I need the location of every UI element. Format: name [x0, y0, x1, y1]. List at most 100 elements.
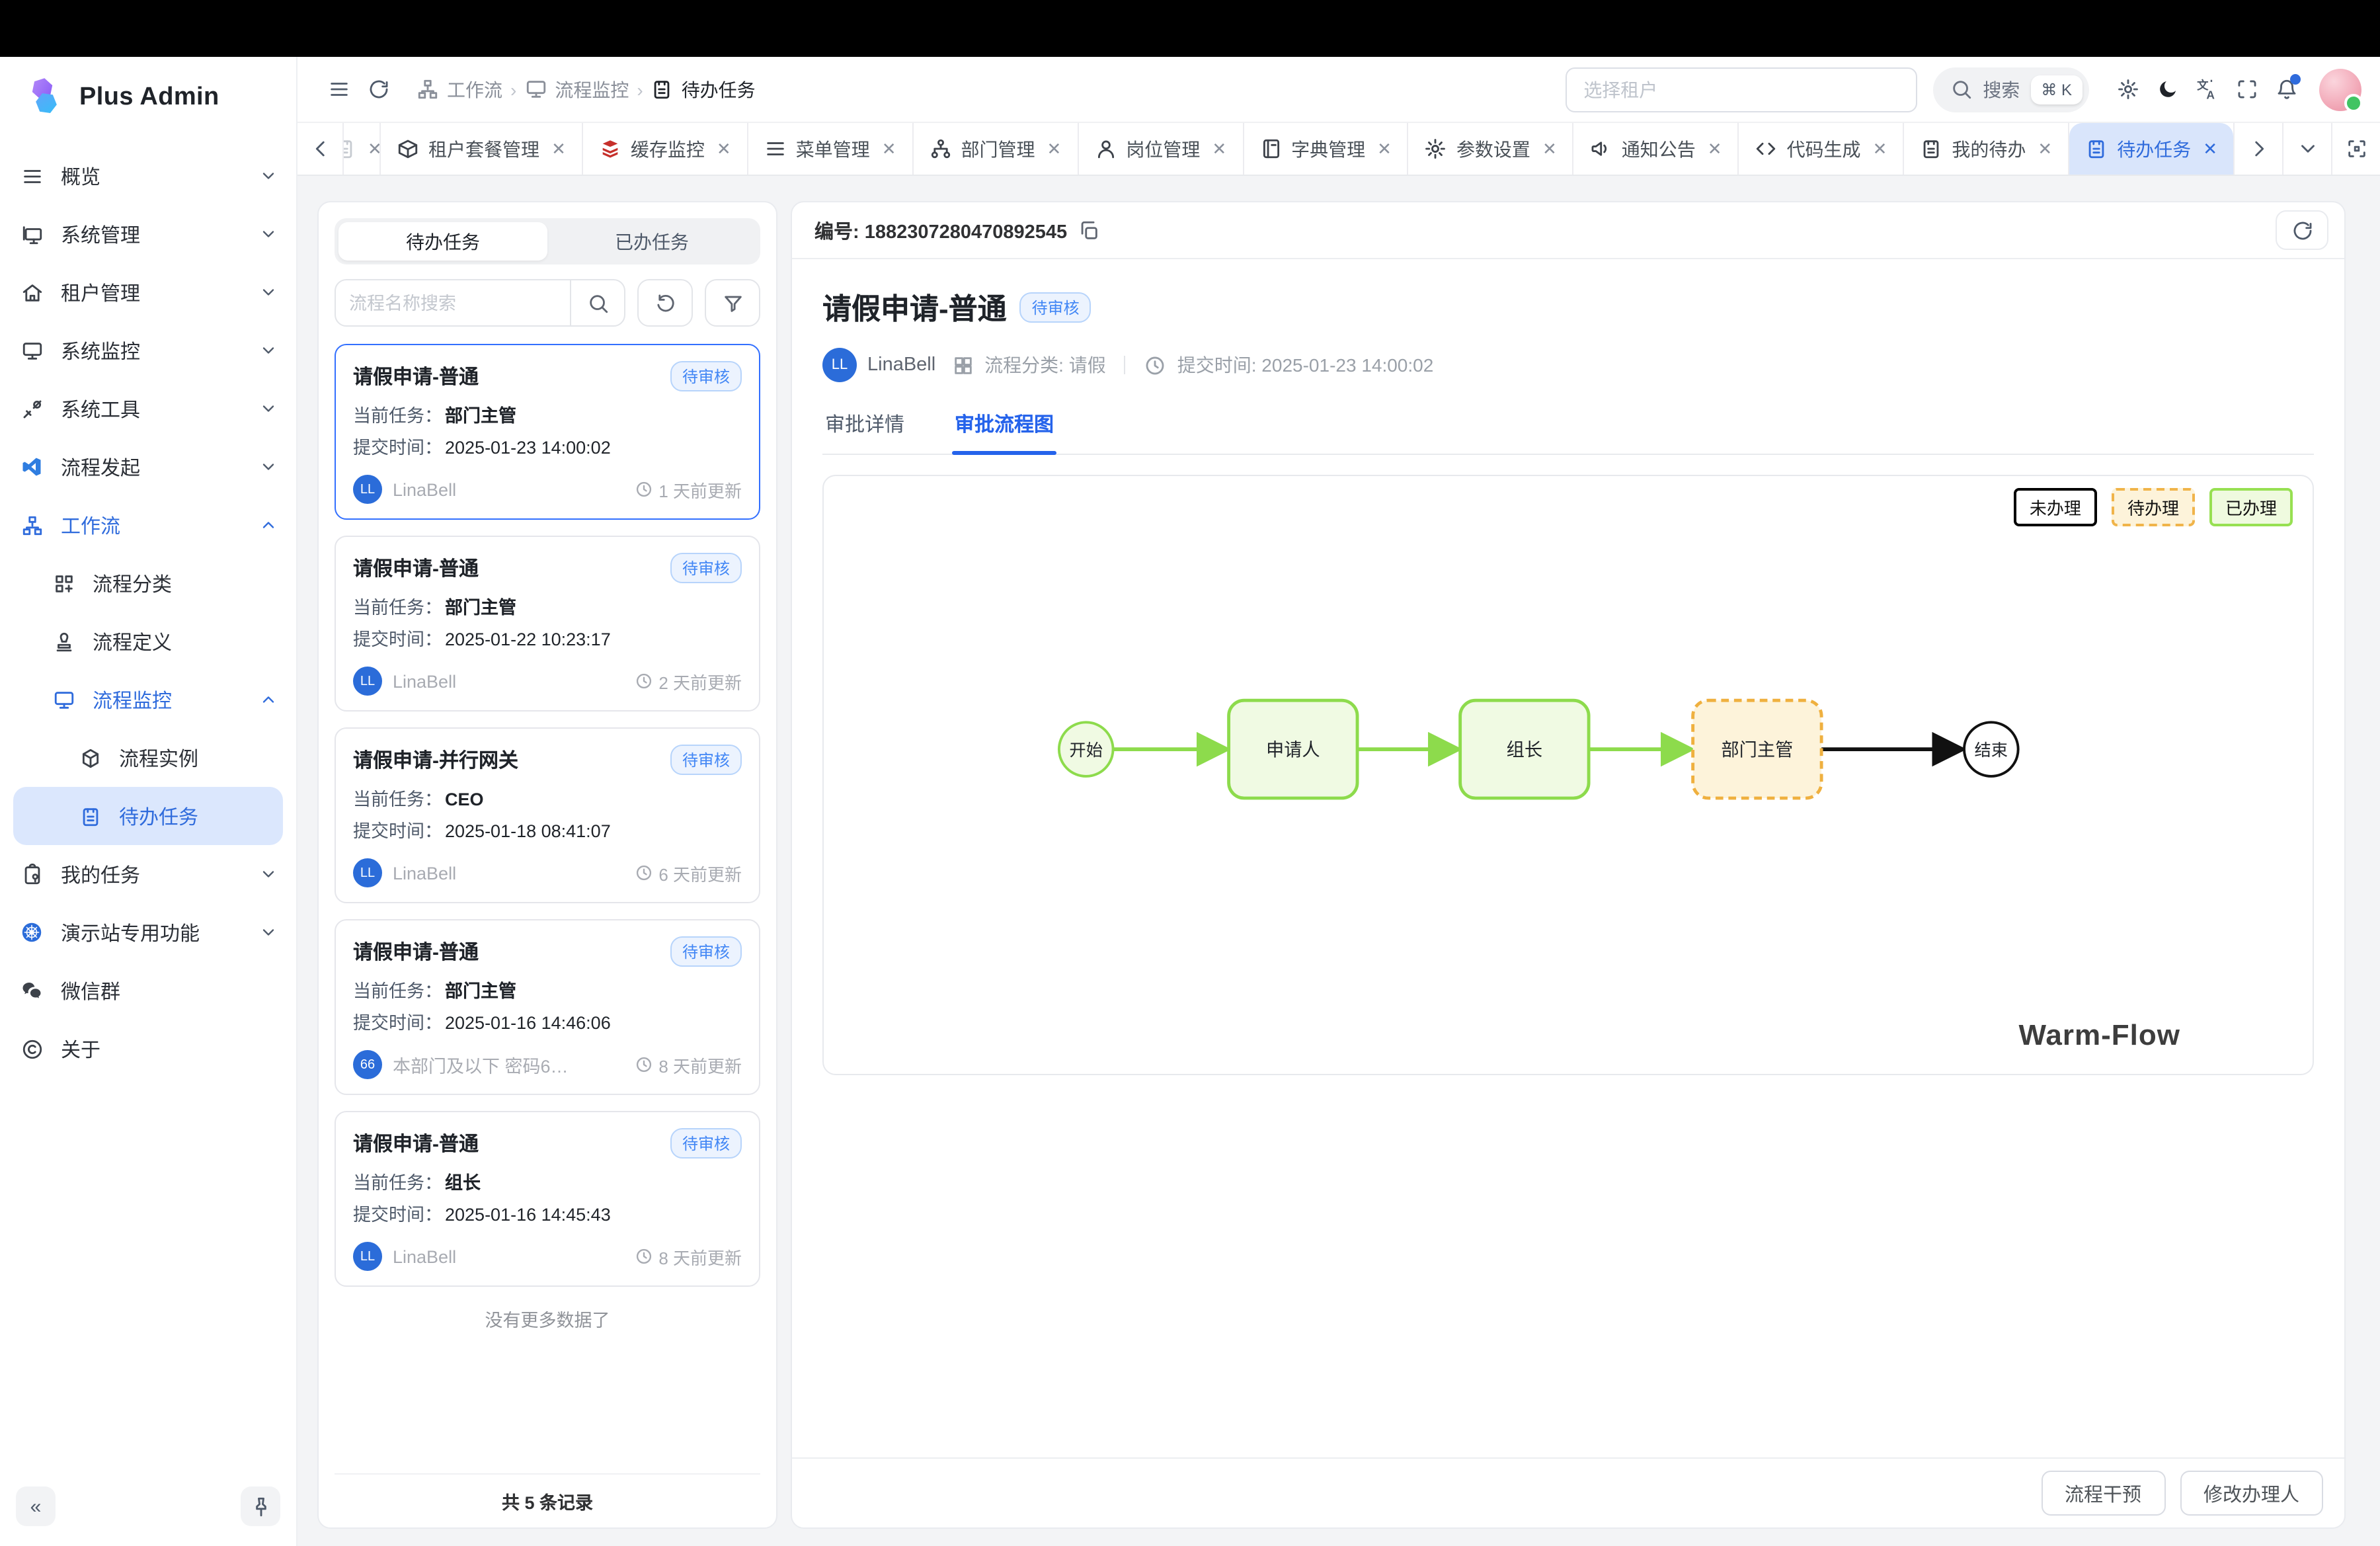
theme-toggle-button[interactable]	[2147, 69, 2187, 109]
fullscreen-button[interactable]	[2227, 69, 2266, 109]
tenant-select[interactable]	[1565, 67, 1917, 112]
sidebar-item-概览[interactable]: 概览	[0, 147, 296, 205]
close-tab-icon[interactable]: ✕	[717, 138, 731, 159]
action-button-流程干预[interactable]: 流程干预	[2041, 1471, 2165, 1516]
task-card[interactable]: 请假申请-普通待审核当前任务：部门主管提交时间：2025-01-23 14:00…	[335, 344, 760, 520]
tenant-select-input[interactable]	[1581, 77, 1901, 101]
card-title: 请假申请-普通	[353, 1129, 479, 1157]
sidebar-item-租户管理[interactable]: 租户管理	[0, 263, 296, 321]
flow-node-部门主管[interactable]: 部门主管	[1693, 700, 1821, 798]
card-time-value: 2025-01-23 14:00:02	[445, 432, 611, 464]
close-tab-icon[interactable]: ✕	[1873, 138, 1887, 159]
breadcrumb-item-工作流[interactable]: 工作流	[416, 76, 502, 102]
sidebar-item-流程分类[interactable]: 流程分类	[0, 554, 296, 612]
sidebar-item-系统工具[interactable]: 系统工具	[0, 380, 296, 438]
task-card[interactable]: 请假申请-普通待审核当前任务：部门主管提交时间：2025-01-16 14:46…	[335, 919, 760, 1095]
refresh-icon	[367, 78, 389, 101]
sidebar-item-系统管理[interactable]: 系统管理	[0, 205, 296, 263]
page-tab-通知公告[interactable]: 通知公告✕	[1574, 123, 1739, 175]
flow-node-结束[interactable]: 结束	[1964, 722, 2018, 776]
close-tab-icon[interactable]: ✕	[368, 138, 381, 159]
sidebar-item-关于[interactable]: 关于	[0, 1020, 296, 1078]
app-logo[interactable]: Plus Admin	[0, 57, 296, 134]
page-tab-label: 参数设置	[1456, 136, 1530, 162]
tabs-menu-button[interactable]	[2282, 123, 2331, 175]
copy-id-button[interactable]	[1078, 219, 1100, 241]
sidebar-collapse-button[interactable]: «	[16, 1486, 56, 1526]
detail-refresh-button[interactable]	[2276, 210, 2328, 250]
flow-node-开始[interactable]: 开始	[1059, 722, 1113, 776]
task-card[interactable]: 请假申请-普通待审核当前任务：组长提交时间：2025-01-16 14:45:4…	[335, 1111, 760, 1287]
tabs-scroll-right-button[interactable]	[2233, 123, 2282, 175]
settings-button[interactable]	[2108, 69, 2147, 109]
sidebar-pin-button[interactable]	[241, 1486, 280, 1526]
action-button-修改办理人[interactable]: 修改办理人	[2180, 1471, 2323, 1516]
task-filter-button[interactable]	[705, 279, 760, 327]
no-more-data-text: 没有更多数据了	[335, 1287, 760, 1340]
sidebar-item-工作流[interactable]: 工作流	[0, 496, 296, 554]
page-tab-字典管理[interactable]: 字典管理✕	[1244, 123, 1409, 175]
language-button[interactable]: 文A	[2187, 69, 2227, 109]
page-tab-菜单管理[interactable]: 菜单管理✕	[748, 123, 914, 175]
breadcrumb-separator: ›	[510, 79, 516, 100]
close-tab-icon[interactable]: ✕	[1212, 138, 1226, 159]
detail-tab-审批流程图[interactable]: 审批流程图	[952, 410, 1056, 454]
sidebar-item-待办任务[interactable]: 待办任务	[13, 787, 283, 845]
content-fullscreen-button[interactable]	[2331, 123, 2380, 175]
sidebar-item-我的任务[interactable]: 我的任务	[0, 845, 296, 903]
page-tab-租户套餐管理[interactable]: 租户套餐管理✕	[381, 123, 583, 175]
flow-node-申请人[interactable]: 申请人	[1229, 700, 1357, 798]
task-search-input[interactable]	[336, 293, 570, 313]
reset-icon	[654, 292, 676, 314]
close-tab-icon[interactable]: ✕	[1047, 138, 1062, 159]
close-tab-icon[interactable]: ✕	[1542, 138, 1557, 159]
page-tab-部门管理[interactable]: 部门管理✕	[914, 123, 1079, 175]
sidebar-item-演示站专用功能[interactable]: 演示站专用功能	[0, 903, 296, 961]
sidebar-item-微信群[interactable]: 微信群	[0, 961, 296, 1020]
sidebar-item-系统监控[interactable]: 系统监控	[0, 321, 296, 380]
sidebar-item-流程发起[interactable]: 流程发起	[0, 438, 296, 496]
task-tab-待办任务[interactable]: 待办任务	[338, 222, 547, 261]
close-tab-icon[interactable]: ✕	[1708, 138, 1722, 159]
close-tab-icon[interactable]: ✕	[2038, 138, 2052, 159]
doc-icon	[344, 138, 356, 160]
sidebar-toggle-button[interactable]	[319, 69, 358, 109]
page-tab-缓存监控[interactable]: 缓存监控✕	[583, 123, 748, 175]
page-tab-代码生成[interactable]: 代码生成✕	[1739, 123, 1905, 175]
card-time-label: 提交时间：	[353, 432, 442, 464]
flow-diagram-box: 未办理待办理已办理 开始申请人组长部门主管结束 Warm-Flow	[822, 475, 2314, 1075]
page-tab-参数设置[interactable]: 参数设置 ✕	[1409, 123, 1574, 175]
task-tab-已办任务[interactable]: 已办任务	[547, 222, 756, 261]
task-card[interactable]: 请假申请-并行网关待审核当前任务：CEO提交时间：2025-01-18 08:4…	[335, 727, 760, 903]
status-badge: 待审核	[1020, 292, 1091, 322]
task-card[interactable]: 请假申请-普通待审核当前任务：部门主管提交时间：2025-01-22 10:23…	[335, 536, 760, 712]
breadcrumb-item-待办任务[interactable]: 待办任务	[651, 76, 756, 102]
user-avatar[interactable]	[2319, 68, 2361, 110]
task-search-button[interactable]	[570, 280, 624, 325]
page-tab-岗位管理[interactable]: 岗位管理✕	[1078, 123, 1244, 175]
sidebar-item-流程监控[interactable]: 流程监控	[0, 671, 296, 729]
page-tab-待办任务[interactable]: 待办任务✕	[2069, 123, 2233, 175]
code-icon	[1755, 138, 1778, 160]
sidebar-item-流程定义[interactable]: 流程定义	[0, 612, 296, 671]
close-tab-icon[interactable]: ✕	[2203, 138, 2217, 159]
page-tab-我的待办[interactable]: 我的待办✕	[1904, 123, 2069, 175]
refresh-page-button[interactable]	[358, 69, 398, 109]
requester-avatar: LL	[822, 348, 857, 382]
task-reset-button[interactable]	[637, 279, 693, 327]
flow-node-组长[interactable]: 组长	[1460, 700, 1589, 798]
scan-icon	[2345, 138, 2367, 160]
page-tab-partial[interactable]: ✕	[344, 123, 381, 175]
system-icon	[19, 221, 45, 247]
sidebar-item-流程实例[interactable]: 流程实例	[0, 729, 296, 787]
detail-tab-审批详情[interactable]: 审批详情	[822, 410, 907, 454]
flow-diagram[interactable]: 开始 申请人 组长 部门主管 结束	[824, 476, 2313, 1074]
global-search[interactable]: 搜索 ⌘ K	[1932, 67, 2089, 112]
breadcrumb-item-流程监控[interactable]: 流程监控	[524, 76, 629, 102]
notifications-button[interactable]	[2266, 69, 2306, 109]
tabs-scroll-left-button[interactable]	[298, 123, 344, 175]
close-tab-icon[interactable]: ✕	[551, 138, 566, 159]
close-tab-icon[interactable]: ✕	[1377, 138, 1392, 159]
legend-未办理: 未办理	[2014, 488, 2097, 526]
close-tab-icon[interactable]: ✕	[882, 138, 896, 159]
